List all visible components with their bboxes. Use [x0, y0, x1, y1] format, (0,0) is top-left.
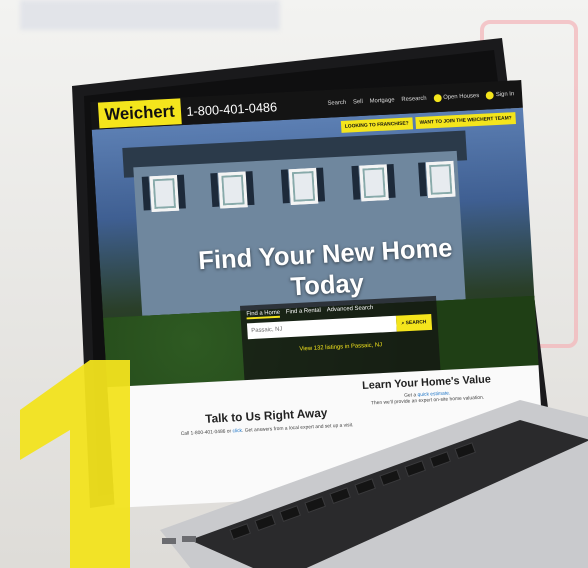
nav-sign-in[interactable]: Sign In	[485, 90, 515, 100]
search-button[interactable]: ⌕ SEARCH	[395, 313, 433, 332]
tab-advanced-search[interactable]: Advanced Search	[327, 305, 374, 315]
nav-search[interactable]: Search	[327, 100, 346, 107]
usb-port	[162, 538, 176, 544]
search-button-label: SEARCH	[405, 319, 427, 327]
step-number-graphic	[20, 360, 130, 568]
open-houses-icon	[433, 94, 442, 103]
nav-open-houses[interactable]: Open Houses	[433, 92, 479, 103]
weichert-logo[interactable]: Weichert	[97, 98, 182, 129]
tab-find-home[interactable]: Find a Home	[246, 309, 281, 320]
hero-section: Find Your New Home Today Find a Home Fin…	[91, 107, 539, 390]
listings-link[interactable]: View 132 listings in Passaic, NJ	[243, 339, 439, 355]
laptop-keyboard-deck	[160, 400, 588, 568]
photo-scene: Find Your New Home Today Find a Home Fin…	[0, 0, 588, 568]
nav-mortgage[interactable]: Mortgage	[370, 97, 395, 104]
main-nav: Search Sell Mortgage Research Open House…	[327, 90, 514, 107]
nav-research[interactable]: Research	[401, 96, 427, 103]
background-blur	[20, 0, 280, 30]
search-icon: ⌕	[401, 320, 405, 327]
phone-number[interactable]: 1-800-401-0486	[186, 99, 278, 118]
nav-sell[interactable]: Sell	[353, 99, 363, 105]
tab-find-rental[interactable]: Find a Rental	[286, 308, 321, 318]
user-icon	[485, 91, 495, 100]
